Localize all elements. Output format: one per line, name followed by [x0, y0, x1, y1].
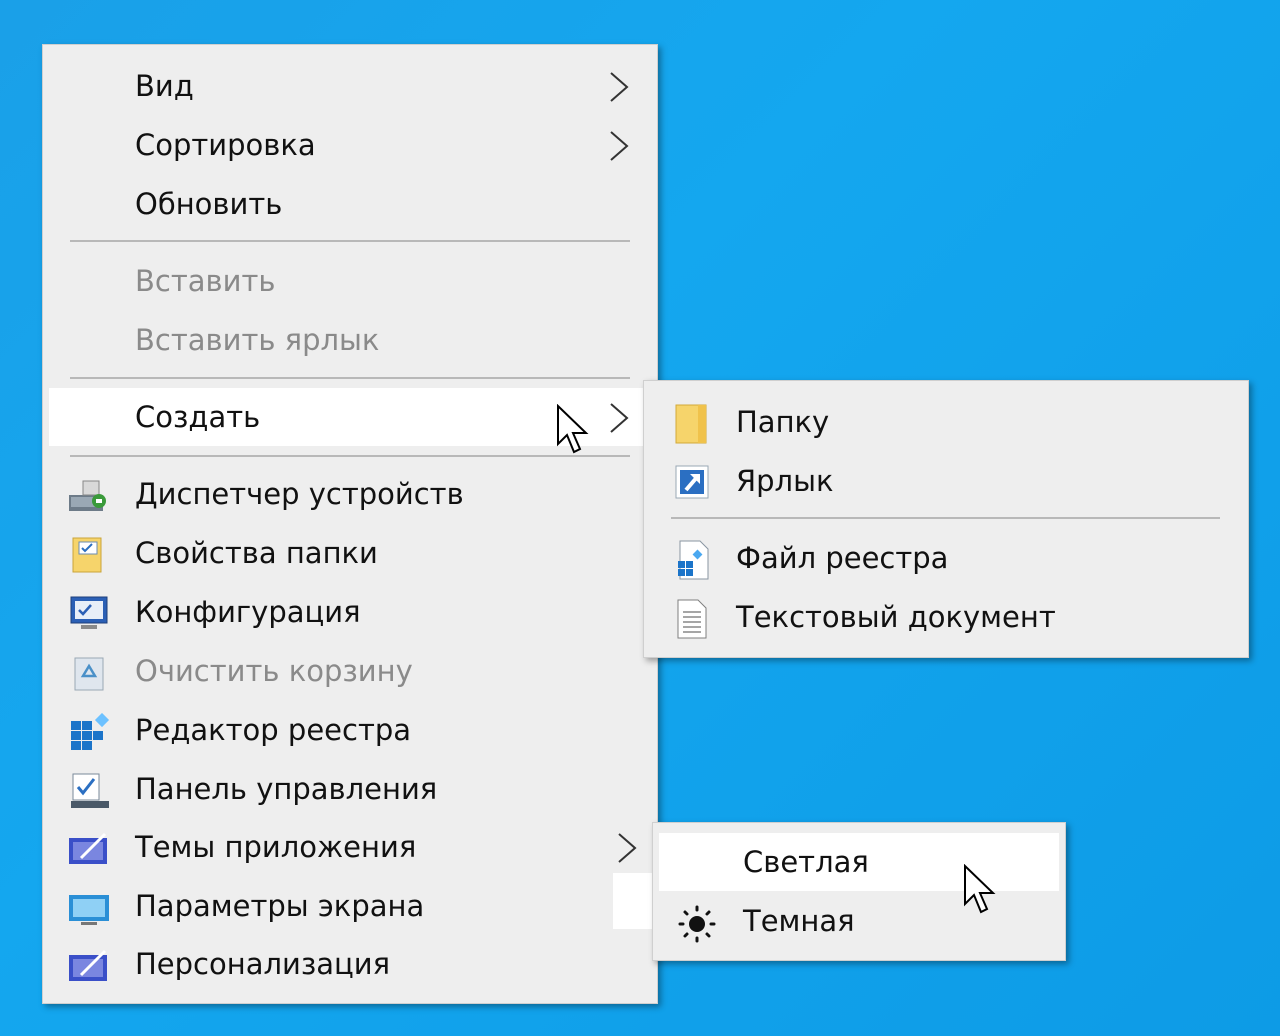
device-manager-icon	[69, 480, 106, 511]
create-item-folder[interactable]: Папку	[644, 393, 1248, 451]
menu-item-label: Персонализация	[135, 947, 391, 981]
theme-item-light[interactable]: Светлая	[659, 833, 1059, 891]
chevron-right-icon	[610, 72, 629, 102]
menu-item-sort[interactable]: Сортировка	[43, 116, 657, 174]
system-config-icon	[70, 596, 108, 629]
folder-icon	[675, 404, 707, 444]
theme-item-dark[interactable]: Темная	[653, 892, 1065, 950]
menu-item-configuration[interactable]: Конфигурация	[43, 583, 657, 641]
menu-item-label: Свойства папки	[135, 536, 378, 570]
theme-submenu: Светлая Темная	[652, 822, 1066, 961]
menu-item-label: Вставить ярлык	[135, 323, 380, 357]
text-document-icon	[677, 599, 707, 639]
menu-item-paste[interactable]: Вставить	[43, 252, 657, 310]
control-panel-icon	[71, 773, 109, 808]
menu-item-label: Обновить	[135, 187, 283, 221]
menu-item-label: Диспетчер устройств	[135, 477, 464, 511]
menu-item-folder-options[interactable]: Свойства папки	[43, 524, 657, 582]
folder-options-icon	[72, 537, 102, 573]
menu-item-display-settings[interactable]: Параметры экрана	[43, 877, 657, 935]
create-submenu: Папку Ярлык Файл реестра Текстовый докум…	[643, 380, 1249, 658]
mouse-cursor-icon	[557, 404, 589, 454]
create-item-shortcut[interactable]: Ярлык	[644, 452, 1248, 510]
menu-item-label: Темы приложения	[135, 830, 417, 864]
menu-item-label: Папку	[736, 405, 830, 439]
menu-item-personalization[interactable]: Персонализация	[43, 935, 657, 993]
menu-item-label: Создать	[135, 400, 261, 434]
mouse-cursor-icon	[964, 864, 996, 914]
menu-item-label: Вид	[135, 69, 194, 103]
registry-editor-icon	[71, 713, 110, 750]
personalization-icon	[69, 949, 107, 981]
menu-item-label: Вставить	[135, 264, 276, 298]
chevron-right-icon	[610, 131, 629, 161]
display-settings-icon	[69, 895, 109, 925]
menu-item-label: Ярлык	[736, 464, 834, 498]
sun-icon	[678, 905, 716, 943]
shortcut-icon	[675, 465, 709, 499]
menu-item-label: Панель управления	[135, 772, 438, 806]
menu-item-refresh[interactable]: Обновить	[43, 175, 657, 233]
menu-separator	[70, 377, 630, 379]
menu-item-label: Текстовый документ	[736, 600, 1056, 634]
app-themes-icon	[69, 832, 107, 864]
menu-item-device-manager[interactable]: Диспетчер устройств	[43, 465, 657, 523]
create-item-text-document[interactable]: Текстовый документ	[644, 588, 1248, 646]
menu-item-label: Очистить корзину	[135, 654, 413, 688]
menu-separator	[70, 240, 630, 242]
menu-item-label: Параметры экрана	[135, 889, 425, 923]
menu-item-label: Файл реестра	[736, 541, 949, 575]
recycle-bin-icon	[74, 657, 104, 691]
menu-item-app-themes[interactable]: Темы приложения	[43, 818, 657, 876]
menu-item-label: Сортировка	[135, 128, 316, 162]
menu-item-label: Конфигурация	[135, 595, 361, 629]
menu-item-empty-recycle-bin[interactable]: Очистить корзину	[43, 642, 657, 700]
menu-separator	[70, 455, 630, 457]
menu-item-view[interactable]: Вид	[43, 57, 657, 115]
menu-item-label: Редактор реестра	[135, 713, 412, 747]
menu-item-registry-editor[interactable]: Редактор реестра	[43, 701, 657, 759]
menu-item-label: Светлая	[743, 845, 869, 879]
create-item-registry-file[interactable]: Файл реестра	[644, 529, 1248, 587]
menu-item-label: Темная	[743, 904, 855, 938]
menu-separator	[671, 517, 1220, 519]
chevron-right-icon	[618, 833, 637, 863]
menu-item-paste-shortcut[interactable]: Вставить ярлык	[43, 311, 657, 369]
registry-file-icon	[678, 540, 709, 580]
menu-item-control-panel[interactable]: Панель управления	[43, 760, 657, 818]
desktop-context-menu: Вид Сортировка Обновить Вставить Вставит…	[42, 44, 695, 1004]
chevron-right-icon	[610, 403, 629, 433]
